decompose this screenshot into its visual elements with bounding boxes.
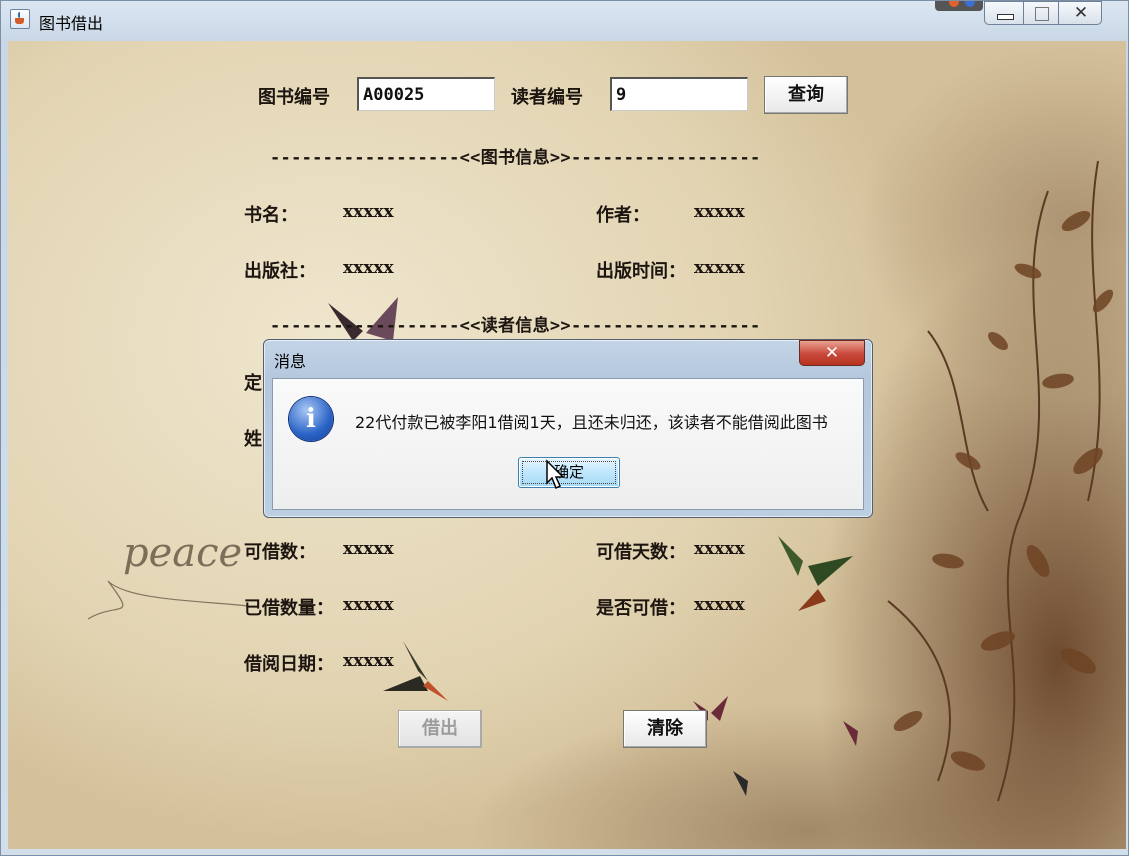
borrow-date-value: xxxxx [343,651,394,671]
dialog-message: 22代付款已被李阳1借阅1天，且还未归还，该读者不能借阅此图书 [355,413,828,432]
focus-ring [522,461,616,484]
borrowable-days-label: 可借天数： [596,542,686,563]
borrowed-count-value: xxxxx [343,595,394,615]
pub-date-label: 出版时间： [596,261,686,282]
dialog-close-button[interactable]: ✕ [799,340,865,366]
book-id-input[interactable] [357,77,495,111]
clear-button[interactable]: 清除 [623,710,707,748]
dialog-body: i 22代付款已被李阳1借阅1天，且还未归还，该读者不能借阅此图书 确定 [272,378,864,510]
reader-partial-label-2: 姓 [244,429,262,450]
java-app-icon [10,9,30,29]
author-label: 作者： [596,205,650,226]
borrowable-days-value: xxxxx [694,539,745,559]
title-label: 书名： [244,205,298,226]
maximize-button[interactable] [1023,1,1059,25]
pub-date-value: xxxxx [694,258,745,278]
dialog-ok-button[interactable]: 确定 [518,457,620,488]
minimize-icon [997,14,1014,20]
title-value: xxxxx [343,202,394,222]
borrowable-count-label: 可借数： [244,542,316,563]
close-icon: ✕ [1073,3,1089,23]
message-dialog: 消息 ✕ i 22代付款已被李阳1借阅1天，且还未归还，该读者不能借阅此图书 确… [263,339,873,518]
reader-id-input[interactable] [610,77,748,111]
title-bar[interactable]: 图书借出 ✕ [1,1,1128,39]
borrowable-count-value: xxxxx [343,539,394,559]
can-borrow-label: 是否可借： [596,598,686,619]
can-borrow-value: xxxxx [694,595,745,615]
app-window: 图书借出 ✕ peace 图书编号 A00025 读者编号 9 查询 -----… [0,0,1129,856]
info-icon: i [289,397,333,441]
book-id-label: 图书编号 [258,87,330,108]
book-info-header: ------------------<<图书信息>>--------------… [270,148,761,168]
minimize-button[interactable] [984,1,1024,25]
dialog-title: 消息 [274,352,307,371]
window-title: 图书借出 [39,14,104,33]
reader-partial-label-1: 定 [244,373,262,394]
borrow-date-label: 借阅日期： [244,654,334,675]
borrowed-count-label: 已借数量： [244,598,334,619]
borrow-button[interactable]: 借出 [398,710,482,748]
publisher-label: 出版社： [244,261,316,282]
peace-script-text: peace [123,530,242,576]
reader-info-header: ------------------<<读者信息>>--------------… [270,316,761,336]
publisher-value: xxxxx [343,258,394,278]
reader-id-label: 读者编号 [511,87,583,108]
author-value: xxxxx [694,202,745,222]
close-button[interactable]: ✕ [1058,1,1102,25]
maximize-icon [1035,7,1049,21]
query-button[interactable]: 查询 [764,76,848,114]
tray-icons-strip [935,1,983,11]
mouse-cursor-icon [546,459,565,490]
